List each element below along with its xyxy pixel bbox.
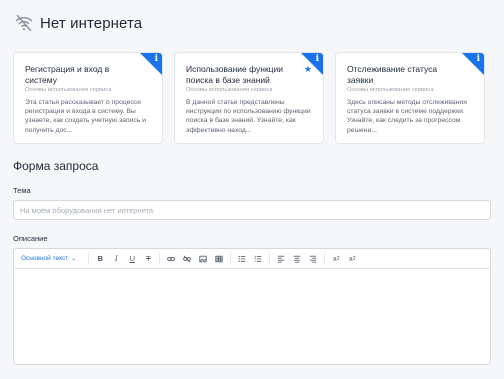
- superscript-button[interactable]: x2: [329, 252, 343, 266]
- text-format-select[interactable]: Основной текст ⌄: [18, 255, 79, 262]
- chevron-down-icon: ⌄: [71, 256, 77, 262]
- italic-button[interactable]: I: [109, 252, 123, 266]
- page-title: Нет интернета: [40, 14, 143, 32]
- article-card[interactable]: i Использование функции поиска в базе зн…: [174, 52, 324, 144]
- card-title[interactable]: Регистрация и вход в систему: [25, 64, 137, 85]
- info-icon[interactable]: i: [477, 54, 480, 64]
- editor-toolbar: Основной текст ⌄ B I U T x 2 x 2: [14, 249, 490, 269]
- description-textarea[interactable]: [14, 269, 490, 364]
- numbered-list-icon: [255, 255, 262, 262]
- page: Нет интернета i Регистрация и вход в сис…: [0, 0, 504, 379]
- underline-button[interactable]: U: [125, 252, 139, 266]
- toolbar-divider: [159, 253, 161, 264]
- article-cards: i Регистрация и вход в систему Основы ис…: [13, 52, 491, 144]
- table-button[interactable]: [212, 252, 226, 266]
- subject-input[interactable]: [13, 200, 491, 220]
- toolbar-divider: [230, 253, 232, 264]
- align-left-button[interactable]: [274, 252, 288, 266]
- numbered-list-button[interactable]: [251, 252, 265, 266]
- card-description: Здесь описаны методы отслеживания статус…: [347, 99, 467, 134]
- bullet-list-icon: [238, 255, 246, 262]
- card-corner-badge: [140, 53, 162, 75]
- card-description: Эта статья рассказывает о процессе регис…: [25, 99, 146, 134]
- card-category: Основы использования сервиса: [186, 87, 273, 93]
- description-editor: Основной текст ⌄ B I U T x 2 x 2: [13, 248, 491, 365]
- form-title: Форма запроса: [13, 159, 99, 173]
- link-button[interactable]: [164, 252, 178, 266]
- link-icon: [167, 256, 176, 261]
- toolbar-divider: [324, 253, 326, 264]
- card-title[interactable]: Отслеживание статуса заявки: [347, 64, 459, 85]
- align-left-icon: [278, 255, 285, 263]
- wifi-off-icon: [15, 14, 33, 32]
- info-icon[interactable]: i: [316, 54, 319, 64]
- card-description: В данной статье представлены инструкции …: [186, 99, 311, 134]
- align-center-button[interactable]: [290, 252, 304, 266]
- card-title[interactable]: Использование функции поиска в базе знан…: [186, 64, 298, 85]
- card-corner-badge: [301, 53, 323, 75]
- article-card[interactable]: i Регистрация и вход в систему Основы ис…: [13, 52, 163, 144]
- text-format-value: Основной текст: [21, 255, 69, 262]
- card-corner-badge: [462, 53, 484, 75]
- toolbar-divider: [269, 253, 271, 264]
- unlink-icon: [183, 255, 192, 262]
- table-icon: [215, 255, 223, 262]
- bullet-list-button[interactable]: [235, 252, 249, 266]
- align-right-icon: [310, 255, 317, 263]
- subject-label: Тема: [13, 186, 31, 195]
- align-center-icon: [294, 255, 301, 263]
- image-icon: [199, 255, 207, 262]
- bold-button[interactable]: B: [93, 252, 107, 266]
- align-right-button[interactable]: [306, 252, 320, 266]
- description-label: Описание: [13, 234, 48, 243]
- subscript-button[interactable]: x2: [345, 252, 359, 266]
- toolbar-divider: [88, 253, 90, 264]
- card-category: Основы использования сервиса: [25, 87, 112, 93]
- info-icon[interactable]: i: [155, 54, 158, 64]
- strikethrough-button[interactable]: T: [141, 252, 155, 266]
- image-button[interactable]: [196, 252, 210, 266]
- article-card[interactable]: i Отслеживание статуса заявки Основы исп…: [335, 52, 485, 144]
- card-category: Основы использования сервиса: [347, 87, 434, 93]
- unlink-button[interactable]: [180, 252, 194, 266]
- page-header: Нет интернета: [13, 0, 491, 44]
